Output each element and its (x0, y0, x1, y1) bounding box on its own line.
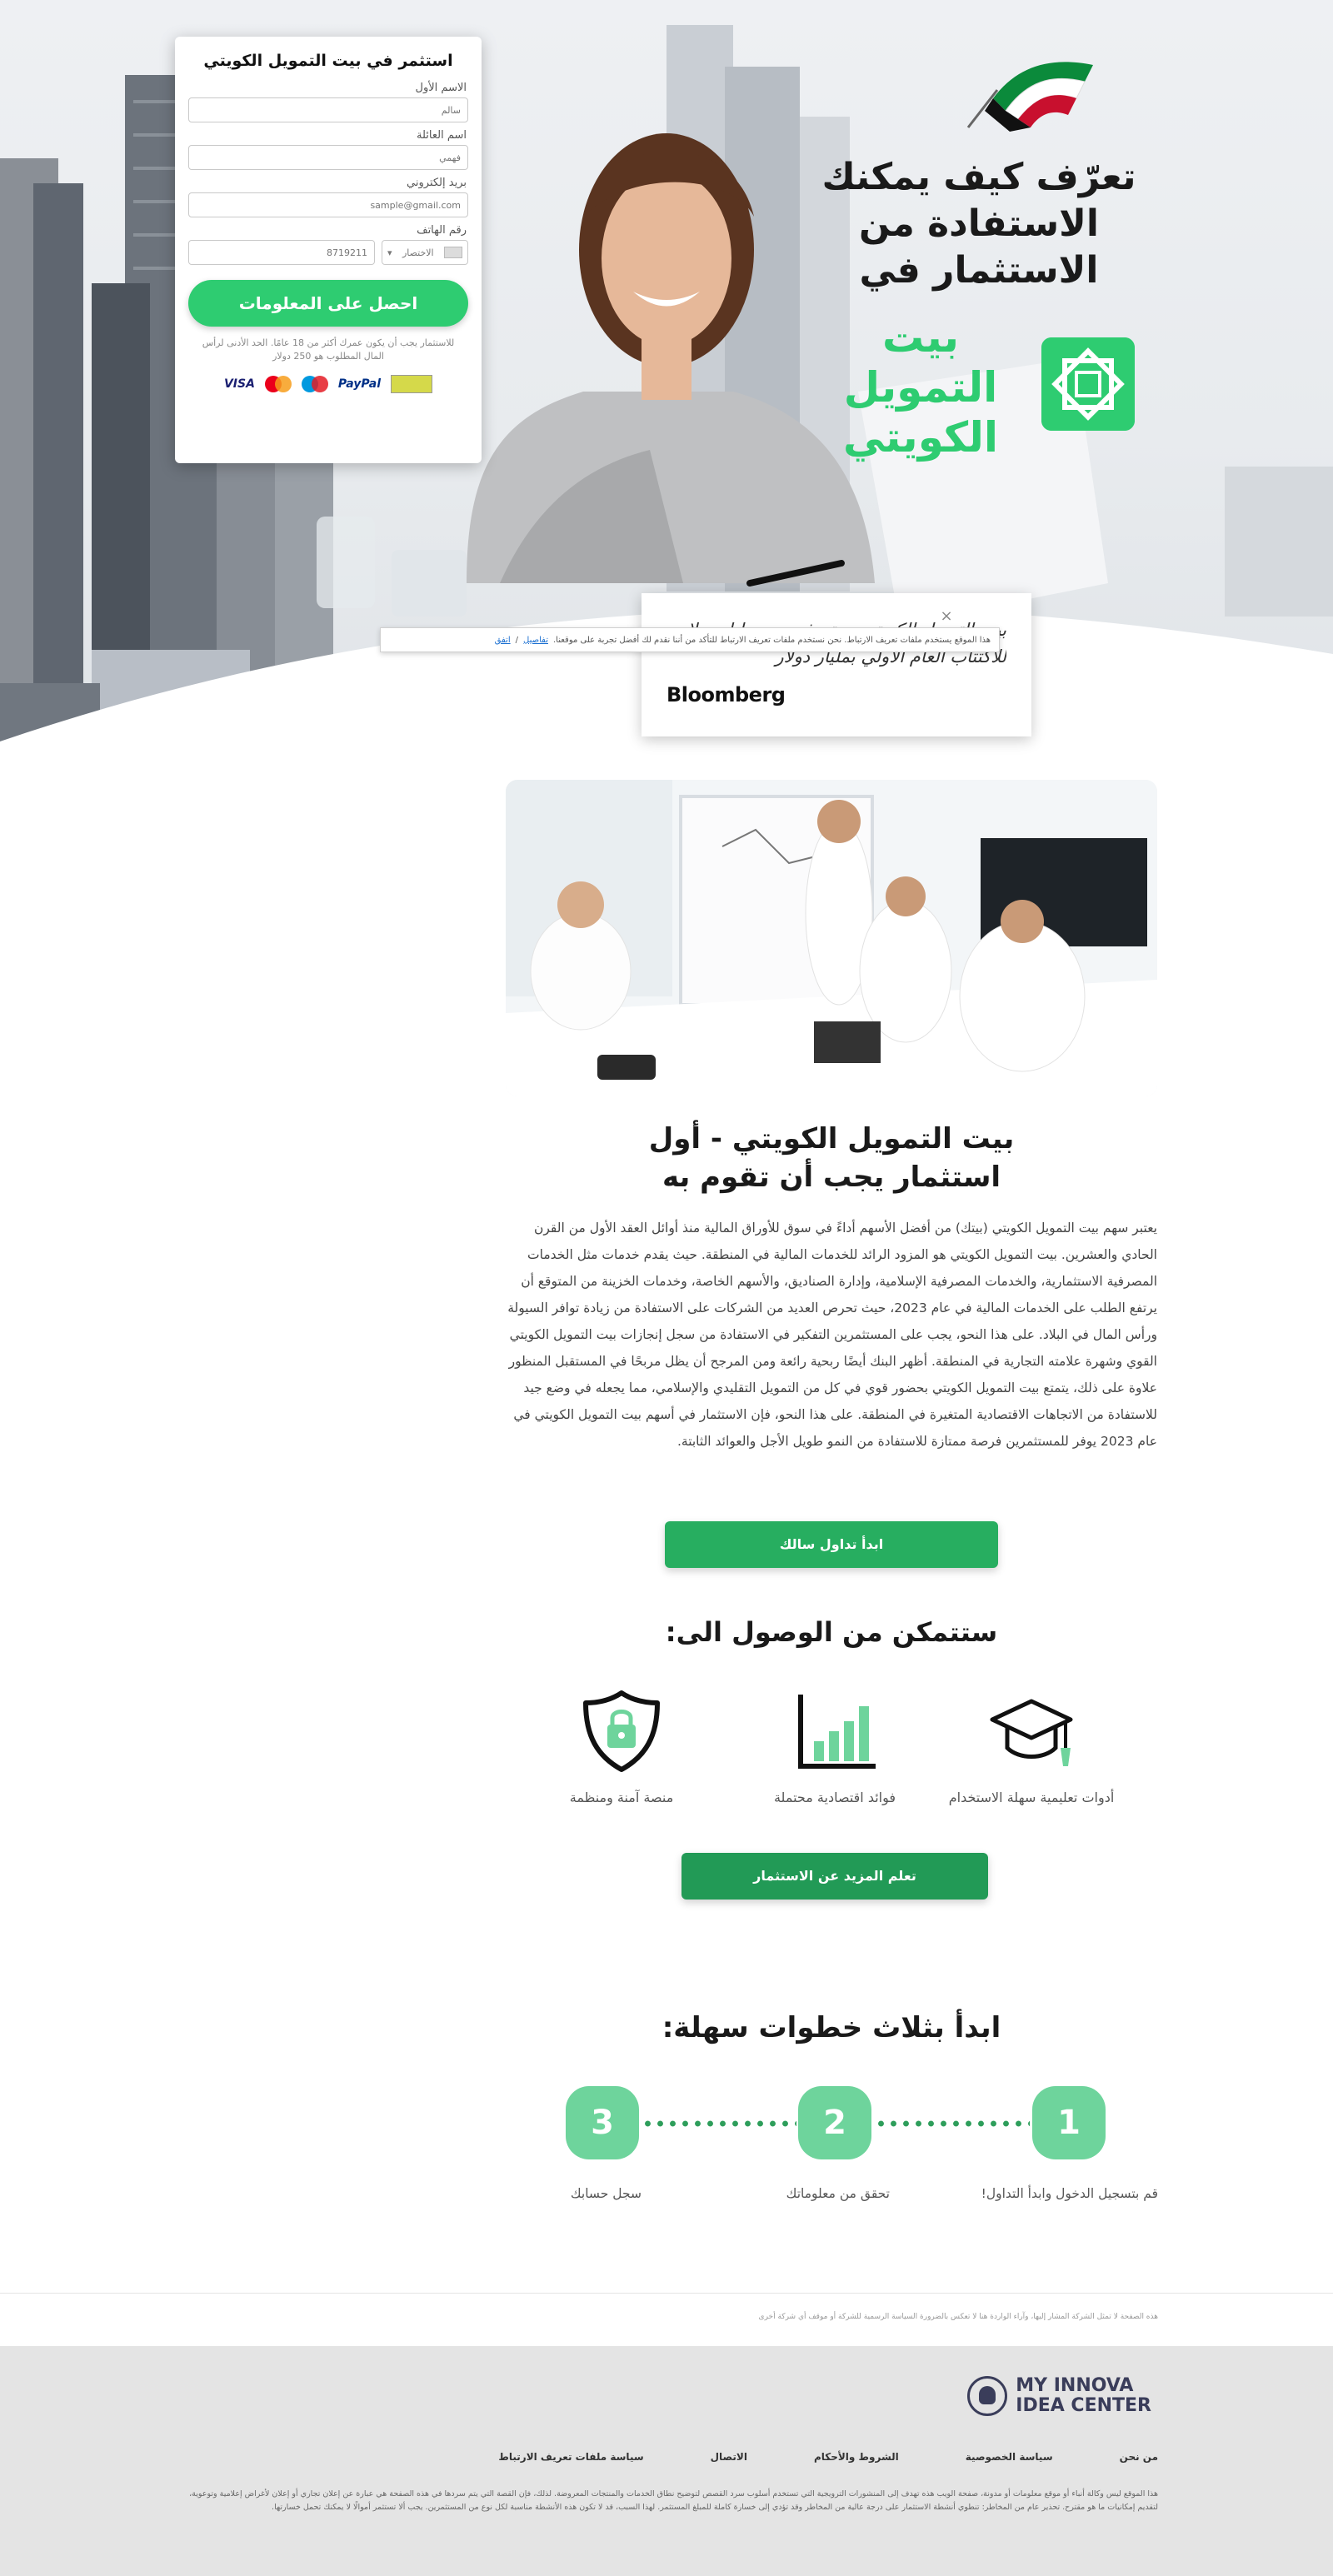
section-title-line: بيت التمويل الكويتي - أول (648, 1122, 1015, 1156)
brand-name-line: بيت (881, 313, 960, 362)
footer: MY INNOVA IDEA CENTER من نحن سياسة الخصو… (0, 2346, 1333, 2576)
visa-logo: VISA (223, 377, 255, 391)
press-quote-card: بيت التمويل الكويتي يستهدف جمع مليار دول… (642, 593, 1031, 736)
footer-divider (0, 2293, 1333, 2294)
section-title: بيت التمويل الكويتي - أول استثمار يجب أن… (506, 1120, 1157, 1196)
form-title: استثمر في بيت التمويل الكويتي (203, 52, 453, 70)
brand-name-line: الكويتي (842, 413, 999, 462)
cookie-accept-link[interactable]: اتفق (495, 636, 511, 645)
country-code-value: الاختصار (402, 247, 434, 258)
step-connector (642, 2120, 796, 2127)
cookie-banner: هذا الموقع يستخدم ملفات تعريف الارتباط. … (380, 627, 1000, 652)
brand-name-line: التمويل (843, 363, 998, 412)
hero-title-line: الاستثمار في (859, 249, 1099, 292)
hero-title-line: تعرّف كيف يمكنك (821, 156, 1136, 198)
maestro-icon (301, 376, 328, 392)
cookie-text: هذا الموقع يستخدم ملفات تعريف الارتباط. … (552, 635, 991, 645)
chevron-down-icon: ▾ (387, 247, 392, 258)
email-field[interactable] (188, 192, 468, 217)
logo-line: MY INNOVA (1016, 2375, 1134, 2396)
footer-link-privacy[interactable]: سياسة الخصوصية (966, 2451, 1053, 2463)
cookie-separator: / (515, 635, 518, 645)
bar-chart-icon (798, 1695, 876, 1769)
footer-link-contact[interactable]: الاتصال (711, 2451, 747, 2463)
feature-label: أدوات تعليمية سهلة الاستخدام (948, 1790, 1115, 1805)
email-label: بريد إلكتروني (407, 177, 467, 189)
footer-link-cookies[interactable]: سياسة ملفات تعريف الارتباط (498, 2451, 643, 2463)
hero-section: تعرّف كيف يمكنك الاستفادة من الاستثمار ف… (0, 0, 1333, 791)
feature-item: منصة آمنة ومنظمة (522, 1690, 721, 1805)
phone-label: رقم الهاتف (417, 224, 467, 237)
feature-label: فوائد اقتصادية محتملة (773, 1790, 896, 1805)
section-title-line: استثمار يجب أن تقوم به (662, 1161, 1001, 1194)
step-connector (875, 2120, 1030, 2127)
bank-card-icon (391, 375, 433, 393)
footer-nav: من نحن سياسة الخصوصية الشروط والأحكام ال… (498, 2451, 1158, 2463)
hero-title: تعرّف كيف يمكنك الاستفادة من الاستثمار ف… (804, 154, 1154, 294)
country-code-select[interactable]: ▾ الاختصار (382, 240, 468, 265)
payment-logos: VISA PayPal (188, 375, 468, 393)
features-title: ستتمكن من الوصول الى: (665, 1616, 998, 1648)
step-number: 2 (798, 2086, 871, 2159)
paypal-logo: PayPal (337, 377, 382, 391)
last-name-label: اسم العائلة (417, 129, 467, 142)
feature-label: منصة آمنة ومنظمة (569, 1790, 674, 1805)
shield-lock-icon (583, 1690, 660, 1772)
logo-line: IDEA CENTER (1016, 2395, 1151, 2416)
step-number: 1 (1032, 2086, 1106, 2159)
steps-title: ابدأ بثلاث خطوات سهلة: (662, 2011, 1001, 2044)
first-name-label: الاسم الأول (415, 82, 467, 94)
phone-row: ▾ الاختصار (188, 240, 468, 265)
logo-wordmark: MY INNOVA IDEA CENTER (1016, 2376, 1151, 2416)
brand-name: بيت التمويل الكويتي (816, 312, 1025, 462)
risk-disclaimer: هذا الموقع ليس وكالة أنباء أو موقع معلوم… (189, 2489, 1158, 2512)
country-flag-icon (444, 247, 462, 258)
graduation-cap-icon (990, 1699, 1073, 1766)
cookie-details-link[interactable]: تفاصيل (523, 636, 548, 645)
first-name-field[interactable] (188, 97, 468, 122)
lightbulb-icon (967, 2376, 1008, 2416)
kfh-logo-icon (1041, 337, 1135, 431)
feature-item: أدوات تعليمية سهلة الاستخدام (931, 1690, 1131, 1805)
footer-link-terms[interactable]: الشروط والأحكام (814, 2451, 899, 2463)
last-name-field[interactable] (188, 145, 468, 170)
step-label: قم بتسجيل الدخول وابدأ التداول! (981, 2186, 1158, 2201)
feature-item: فوائد اقتصادية محتملة (735, 1690, 935, 1805)
step-number: 3 (566, 2086, 639, 2159)
bloomberg-logo: Bloomberg (666, 683, 786, 706)
cookie-close-icon[interactable]: × (936, 607, 956, 627)
page-disclaimer: هذه الصفحة لا تمثل الشركة المشار إليها، … (758, 2313, 1158, 2321)
footer-logo[interactable]: MY INNOVA IDEA CENTER (966, 2371, 1151, 2421)
hero-title-line: الاستفادة من (859, 202, 1099, 245)
start-trading-button[interactable]: ابدأ تداول سالك (665, 1521, 998, 1568)
kuwait-flag-icon (966, 62, 1093, 132)
step-label: سجل حسابك (570, 2186, 642, 2201)
form-note: للاستثمار يجب أن يكون عمرك أكثر من 18 عا… (202, 337, 455, 362)
phone-field[interactable] (188, 240, 375, 265)
lead-form: استثمر في بيت التمويل الكويتي الاسم الأو… (175, 37, 482, 463)
get-info-button[interactable]: احصل على المعلومات (188, 280, 468, 327)
learn-more-button[interactable]: تعلم المزيد عن الاستثمار (681, 1853, 988, 1900)
step-label: تحقق من معلوماتك (786, 2186, 890, 2201)
footer-link-about[interactable]: من نحن (1120, 2451, 1158, 2463)
mastercard-icon (264, 376, 292, 392)
section-body-text: يعتبر سهم بيت التمويل الكويتي (بيتك) من … (507, 1221, 1157, 1449)
meeting-photo (506, 780, 1157, 1096)
